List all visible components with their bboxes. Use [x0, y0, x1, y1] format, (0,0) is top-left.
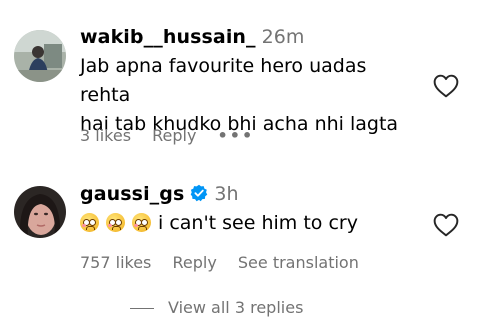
view-replies-label: View all 3 replies — [168, 298, 304, 317]
comment-actions: 3 likes Reply ••• — [80, 126, 270, 146]
comment-body: gaussi_gs 3h i can't see him to cry 757 … — [80, 181, 420, 272]
verified-badge-icon — [191, 184, 208, 202]
more-options-button[interactable]: ••• — [218, 126, 255, 145]
comment-body: wakib__hussain_ 26m Jab apna favourite he… — [80, 24, 420, 145]
comment-time: 26m — [261, 26, 305, 48]
heart-outline-icon[interactable] — [433, 74, 459, 98]
comment-time: 3h — [214, 183, 239, 205]
pleading-face-icon — [80, 213, 99, 232]
comment-header: wakib__hussain_ 26m — [80, 24, 420, 50]
heart-outline-icon[interactable] — [433, 213, 459, 237]
likes-count[interactable]: 757 likes — [80, 253, 151, 272]
pleading-face-icon — [106, 213, 125, 232]
comment-text: i can't see him to cry — [80, 209, 420, 238]
avatar[interactable] — [14, 30, 66, 82]
username[interactable]: wakib__hussain_ — [80, 26, 256, 48]
divider — [130, 308, 154, 309]
comment-text-line: Jab apna favourite hero uadas rehta — [80, 55, 367, 106]
comment-text-line: i can't see him to cry — [158, 212, 358, 234]
see-translation-button[interactable]: See translation — [238, 253, 359, 272]
reply-button[interactable]: Reply — [172, 253, 216, 272]
likes-count[interactable]: 3 likes — [80, 126, 131, 145]
avatar[interactable] — [14, 186, 66, 238]
comment-header: gaussi_gs 3h — [80, 181, 420, 207]
reply-button[interactable]: Reply — [152, 126, 196, 145]
pleading-face-icon — [132, 213, 151, 232]
view-replies-button[interactable]: View all 3 replies — [130, 298, 303, 317]
comment-actions: 757 likes Reply See translation — [80, 253, 375, 273]
username[interactable]: gaussi_gs — [80, 183, 184, 205]
